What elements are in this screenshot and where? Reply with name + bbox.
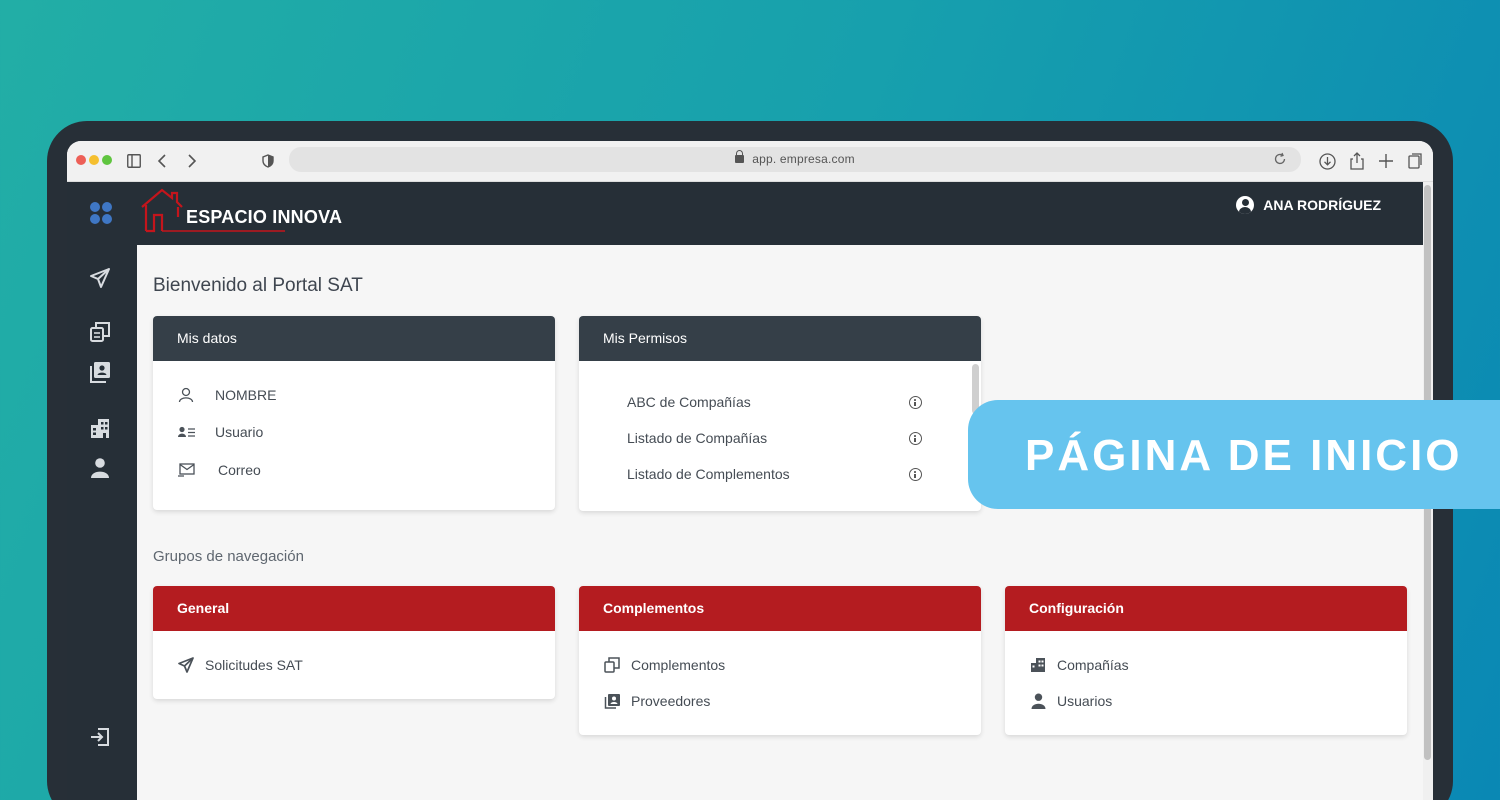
nav-item-complementos[interactable]: Complementos: [603, 656, 725, 674]
building-icon[interactable]: [89, 417, 113, 441]
mis-datos-row-nombre: NOMBRE: [177, 386, 276, 404]
group-configuracion-header: Configuración: [1005, 586, 1407, 631]
paper-plane-icon[interactable]: [89, 267, 113, 291]
paper-plane-icon: [177, 656, 195, 674]
shield-icon[interactable]: [258, 150, 278, 172]
logout-icon[interactable]: [89, 726, 113, 750]
copy-icon[interactable]: [89, 321, 113, 345]
mis-permisos-header: Mis Permisos: [579, 316, 981, 361]
brand-name: ESPACIO INNOVA: [186, 207, 343, 227]
maximize-window-button[interactable]: [102, 155, 112, 165]
nav-item-companias[interactable]: Compañías: [1029, 656, 1129, 674]
contact-book-icon[interactable]: [89, 361, 113, 385]
page-title: Bienvenido al Portal SAT: [153, 275, 363, 296]
group-complementos-header: Complementos: [579, 586, 981, 631]
group-card-complementos: Complementos Complementos Proveedores: [579, 586, 981, 735]
user-icon: [1029, 692, 1047, 710]
info-icon[interactable]: [909, 432, 922, 445]
permiso-listado-companias: Listado de Compañías: [627, 430, 768, 446]
nav-item-usuarios[interactable]: Usuarios: [1029, 692, 1112, 710]
permiso-listado-complementos: Listado de Complementos: [627, 466, 790, 482]
email-icon: [177, 461, 195, 479]
id-card-icon: [177, 423, 195, 441]
contact-book-icon: [603, 692, 621, 710]
nav-item-solicitudes-sat[interactable]: Solicitudes SAT: [177, 656, 303, 674]
url-text: app. empresa.com: [752, 152, 855, 166]
group-general-header: General: [153, 586, 555, 631]
new-tab-icon[interactable]: [1376, 150, 1396, 172]
share-icon[interactable]: [1347, 150, 1367, 172]
mis-datos-row-usuario: Usuario: [177, 423, 263, 441]
minimize-window-button[interactable]: [89, 155, 99, 165]
user-name: ANA RODRÍGUEZ: [1263, 197, 1381, 213]
user-icon[interactable]: [89, 457, 113, 481]
sidebar-toggle-icon[interactable]: [124, 150, 144, 172]
forward-icon[interactable]: [182, 150, 202, 172]
group-card-general: General Solicitudes SAT: [153, 586, 555, 699]
apps-grid-icon[interactable]: [90, 202, 114, 226]
mis-permisos-card: Mis Permisos ABC de Compañías Listado de…: [579, 316, 981, 511]
nav-item-proveedores[interactable]: Proveedores: [603, 692, 710, 710]
app-header: ESPACIO INNOVA ANA RODRÍGUEZ: [67, 182, 1433, 245]
close-window-button[interactable]: [76, 155, 86, 165]
banner-text: PÁGINA DE INICIO: [1025, 431, 1463, 480]
nav-groups-title: Grupos de navegación: [153, 548, 304, 565]
permiso-abc-companias: ABC de Compañías: [627, 394, 751, 410]
building-icon: [1029, 656, 1047, 674]
mis-datos-row-correo: Correo: [177, 461, 261, 479]
mis-datos-card: Mis datos NOMBRE Usuario Correo: [153, 316, 555, 510]
person-outline-icon: [177, 386, 195, 404]
reload-icon[interactable]: [1273, 152, 1287, 171]
browser-toolbar: app. empresa.com: [67, 141, 1433, 182]
back-icon[interactable]: [152, 150, 172, 172]
copy-icon: [603, 656, 621, 674]
lock-icon: [735, 150, 745, 163]
info-icon[interactable]: [909, 396, 922, 409]
user-account-icon: [1236, 196, 1255, 214]
brand-logo[interactable]: ESPACIO INNOVA: [140, 187, 370, 235]
address-bar[interactable]: app. empresa.com: [289, 147, 1301, 172]
sidebar: [67, 245, 137, 800]
page-label-banner: PÁGINA DE INICIO: [968, 400, 1500, 509]
tabs-overview-icon[interactable]: [1405, 150, 1425, 172]
main-content: Bienvenido al Portal SAT Mis datos NOMBR…: [137, 245, 1423, 800]
user-menu[interactable]: ANA RODRÍGUEZ: [1236, 196, 1381, 214]
group-card-configuracion: Configuración Compañías Usuarios: [1005, 586, 1407, 735]
info-icon[interactable]: [909, 468, 922, 481]
mis-datos-header: Mis datos: [153, 316, 555, 361]
download-icon[interactable]: [1317, 150, 1337, 172]
